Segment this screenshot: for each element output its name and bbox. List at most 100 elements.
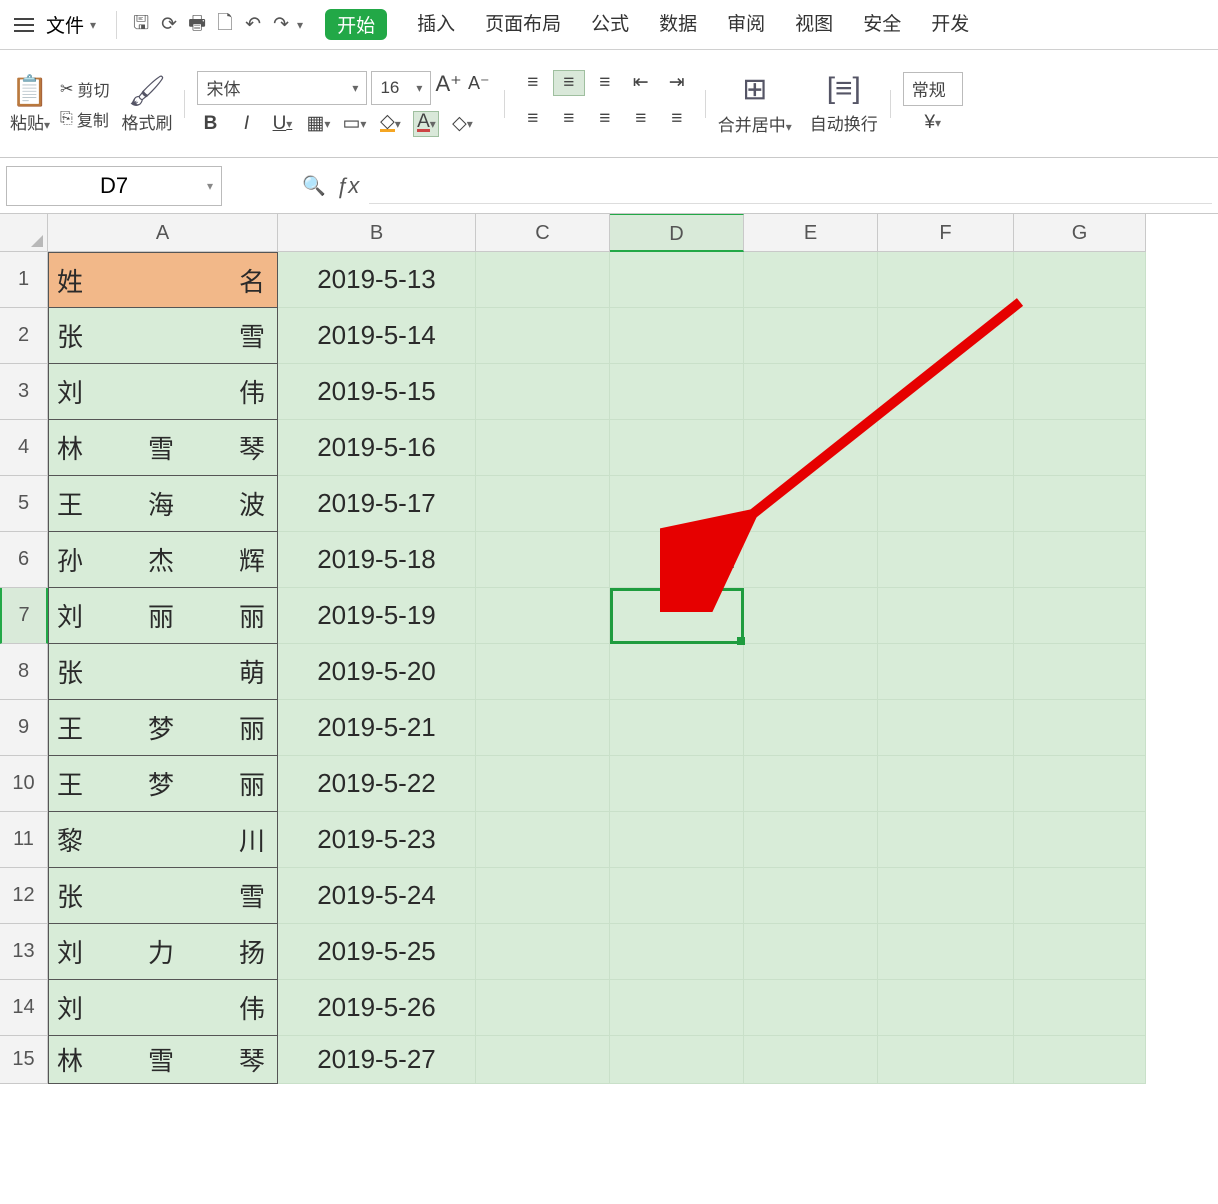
column-header-A[interactable]: A xyxy=(48,214,278,252)
cell-B9[interactable]: 2019-5-21 xyxy=(278,700,476,756)
cell-F7[interactable] xyxy=(878,588,1014,644)
wrap-text-button[interactable]: [≡] 自动换行 xyxy=(810,72,878,135)
undo-icon[interactable]: ↶ xyxy=(241,13,265,37)
zoom-icon[interactable]: 🔍 xyxy=(302,174,326,198)
borders-button[interactable]: ▦▾ xyxy=(305,111,331,137)
formula-bar[interactable] xyxy=(369,168,1212,204)
cell-C12[interactable] xyxy=(476,868,610,924)
cell-B5[interactable]: 2019-5-17 xyxy=(278,476,476,532)
align-middle-button[interactable]: ≡ xyxy=(553,70,585,96)
cell-E15[interactable] xyxy=(744,1036,878,1084)
cell-A12[interactable]: 张 雪 xyxy=(48,868,278,924)
cell-F12[interactable] xyxy=(878,868,1014,924)
cell-B14[interactable]: 2019-5-26 xyxy=(278,980,476,1036)
row-header[interactable]: 10 xyxy=(0,756,48,812)
cell-C7[interactable] xyxy=(476,588,610,644)
cell-F5[interactable] xyxy=(878,476,1014,532)
cell-B8[interactable]: 2019-5-20 xyxy=(278,644,476,700)
cell-C5[interactable] xyxy=(476,476,610,532)
align-top-button[interactable]: ≡ xyxy=(517,70,549,96)
cell-D3[interactable] xyxy=(610,364,744,420)
print-preview-icon[interactable]: 🗋 xyxy=(213,13,237,37)
cell-A6[interactable]: 孙 杰 辉 xyxy=(48,532,278,588)
cell-A4[interactable]: 林 雪 琴 xyxy=(48,420,278,476)
row-header[interactable]: 14 xyxy=(0,980,48,1036)
cell-F6[interactable] xyxy=(878,532,1014,588)
row-header[interactable]: 1 xyxy=(0,252,48,308)
cell-B15[interactable]: 2019-5-27 xyxy=(278,1036,476,1084)
number-format-combo[interactable]: 常规 xyxy=(903,72,963,106)
bold-button[interactable]: B xyxy=(197,111,223,137)
cell-B6[interactable]: 2019-5-18 xyxy=(278,532,476,588)
cell-E9[interactable] xyxy=(744,700,878,756)
name-box[interactable]: D7 ▾ xyxy=(6,166,222,206)
cell-F14[interactable] xyxy=(878,980,1014,1036)
cell-A13[interactable]: 刘 力 扬 xyxy=(48,924,278,980)
distribute-button[interactable]: ≡ xyxy=(661,106,693,132)
cell-G1[interactable] xyxy=(1014,252,1146,308)
column-header-G[interactable]: G xyxy=(1014,214,1146,252)
cell-G7[interactable] xyxy=(1014,588,1146,644)
cell-B3[interactable]: 2019-5-15 xyxy=(278,364,476,420)
redo-icon[interactable]: ↷ xyxy=(269,13,293,37)
cell-B7[interactable]: 2019-5-19 xyxy=(278,588,476,644)
cell-C11[interactable] xyxy=(476,812,610,868)
tab-4[interactable]: 数据 xyxy=(659,9,697,40)
cell-D4[interactable] xyxy=(610,420,744,476)
cell-C6[interactable] xyxy=(476,532,610,588)
cell-D7[interactable] xyxy=(610,588,744,644)
select-all-corner[interactable] xyxy=(0,214,48,252)
cell-E7[interactable] xyxy=(744,588,878,644)
column-header-D[interactable]: D xyxy=(610,214,744,252)
cell-F13[interactable] xyxy=(878,924,1014,980)
cell-A11[interactable]: 黎 川 xyxy=(48,812,278,868)
cell-B13[interactable]: 2019-5-25 xyxy=(278,924,476,980)
cell-C3[interactable] xyxy=(476,364,610,420)
cell-E6[interactable] xyxy=(744,532,878,588)
tab-8[interactable]: 开发 xyxy=(931,9,969,40)
cell-B11[interactable]: 2019-5-23 xyxy=(278,812,476,868)
cell-B1[interactable]: 2019-5-13 xyxy=(278,252,476,308)
cell-E11[interactable] xyxy=(744,812,878,868)
cell-F1[interactable] xyxy=(878,252,1014,308)
cell-B12[interactable]: 2019-5-24 xyxy=(278,868,476,924)
row-header[interactable]: 12 xyxy=(0,868,48,924)
cell-F2[interactable] xyxy=(878,308,1014,364)
row-header[interactable]: 15 xyxy=(0,1036,48,1084)
tab-7[interactable]: 安全 xyxy=(863,9,901,40)
sync-icon[interactable]: ⟳ xyxy=(157,13,181,37)
cell-B2[interactable]: 2019-5-14 xyxy=(278,308,476,364)
cell-G12[interactable] xyxy=(1014,868,1146,924)
currency-button[interactable]: ¥▾ xyxy=(920,110,946,136)
column-header-E[interactable]: E xyxy=(744,214,878,252)
row-header[interactable]: 8 xyxy=(0,644,48,700)
cell-E1[interactable] xyxy=(744,252,878,308)
cell-A2[interactable]: 张 雪 xyxy=(48,308,278,364)
cell-G5[interactable] xyxy=(1014,476,1146,532)
align-center-button[interactable]: ≡ xyxy=(553,106,585,132)
cell-A5[interactable]: 王 海 波 xyxy=(48,476,278,532)
cell-G10[interactable] xyxy=(1014,756,1146,812)
cell-D5[interactable] xyxy=(610,476,744,532)
cell-F11[interactable] xyxy=(878,812,1014,868)
cell-G3[interactable] xyxy=(1014,364,1146,420)
cell-A10[interactable]: 王 梦 丽 xyxy=(48,756,278,812)
cell-C13[interactable] xyxy=(476,924,610,980)
cell-E10[interactable] xyxy=(744,756,878,812)
cell-E4[interactable] xyxy=(744,420,878,476)
cell-D2[interactable] xyxy=(610,308,744,364)
italic-button[interactable]: I xyxy=(233,111,259,137)
paste-group[interactable]: 📋 粘贴▾ xyxy=(10,74,50,134)
clear-format-button[interactable]: ◇▾ xyxy=(449,111,475,137)
tab-3[interactable]: 公式 xyxy=(591,9,629,40)
fill-color-button[interactable]: ◇▾ xyxy=(377,111,403,137)
row-header[interactable]: 11 xyxy=(0,812,48,868)
format-painter-group[interactable]: 🖌 格式刷 xyxy=(121,74,172,134)
cut-button[interactable]: ✂ 剪切 xyxy=(60,77,109,101)
cell-F9[interactable] xyxy=(878,700,1014,756)
cell-B10[interactable]: 2019-5-22 xyxy=(278,756,476,812)
cell-D12[interactable] xyxy=(610,868,744,924)
cell-C1[interactable] xyxy=(476,252,610,308)
row-header[interactable]: 6 xyxy=(0,532,48,588)
print-icon[interactable]: 🖶 xyxy=(185,13,209,37)
